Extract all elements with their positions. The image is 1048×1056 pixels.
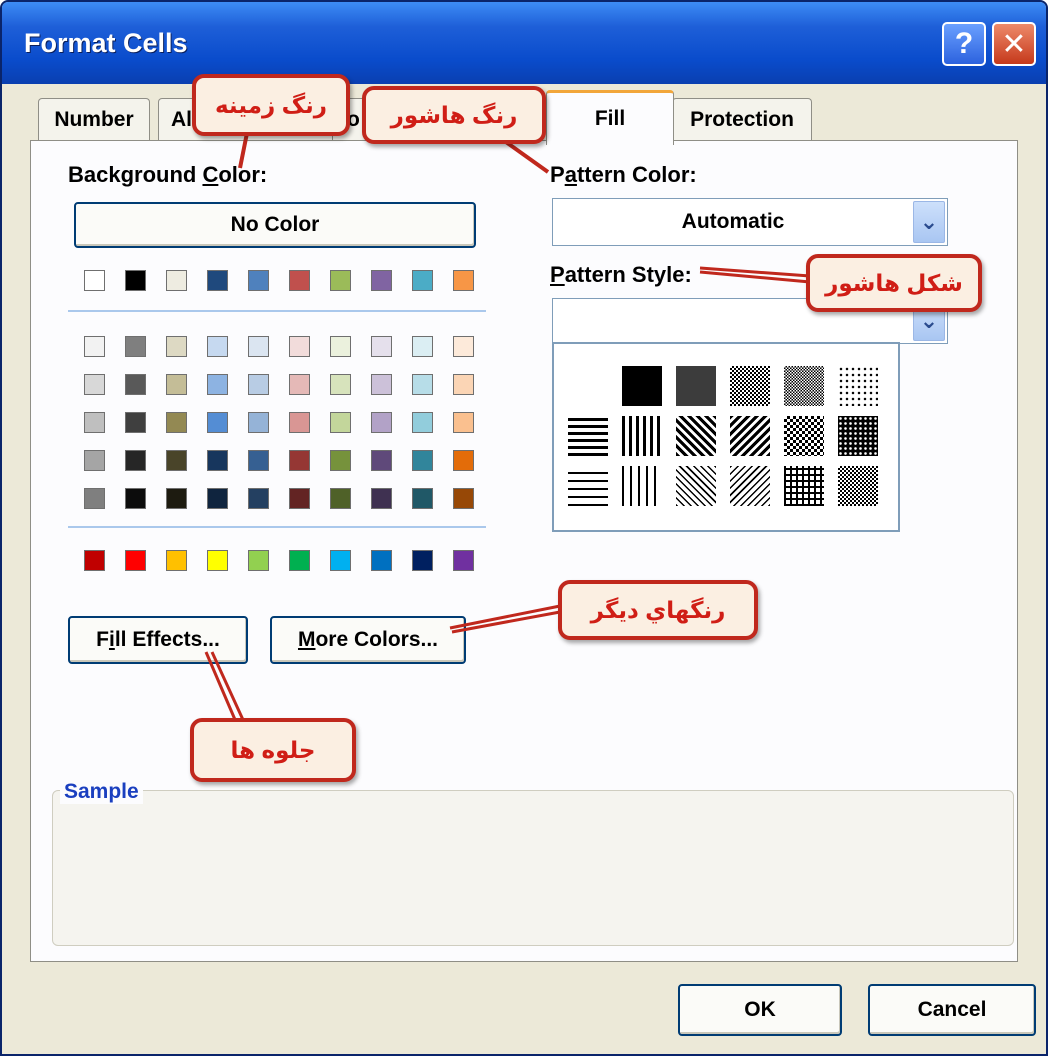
annotation-pattern-color: رنگ هاشور xyxy=(362,86,546,144)
annotation-background-color: رنگ زمینه xyxy=(192,74,350,136)
annotation-pattern-style: شکل هاشور xyxy=(806,254,982,312)
annotation-fill-effects: جلوه ها xyxy=(190,718,356,782)
leader-fill-effects xyxy=(204,651,246,723)
leader-pattern-style xyxy=(699,266,811,284)
annotation-more-colors: رنگهاي ديگر xyxy=(558,580,758,640)
leader-more-colors xyxy=(449,604,561,634)
callout-leaders xyxy=(204,127,811,723)
